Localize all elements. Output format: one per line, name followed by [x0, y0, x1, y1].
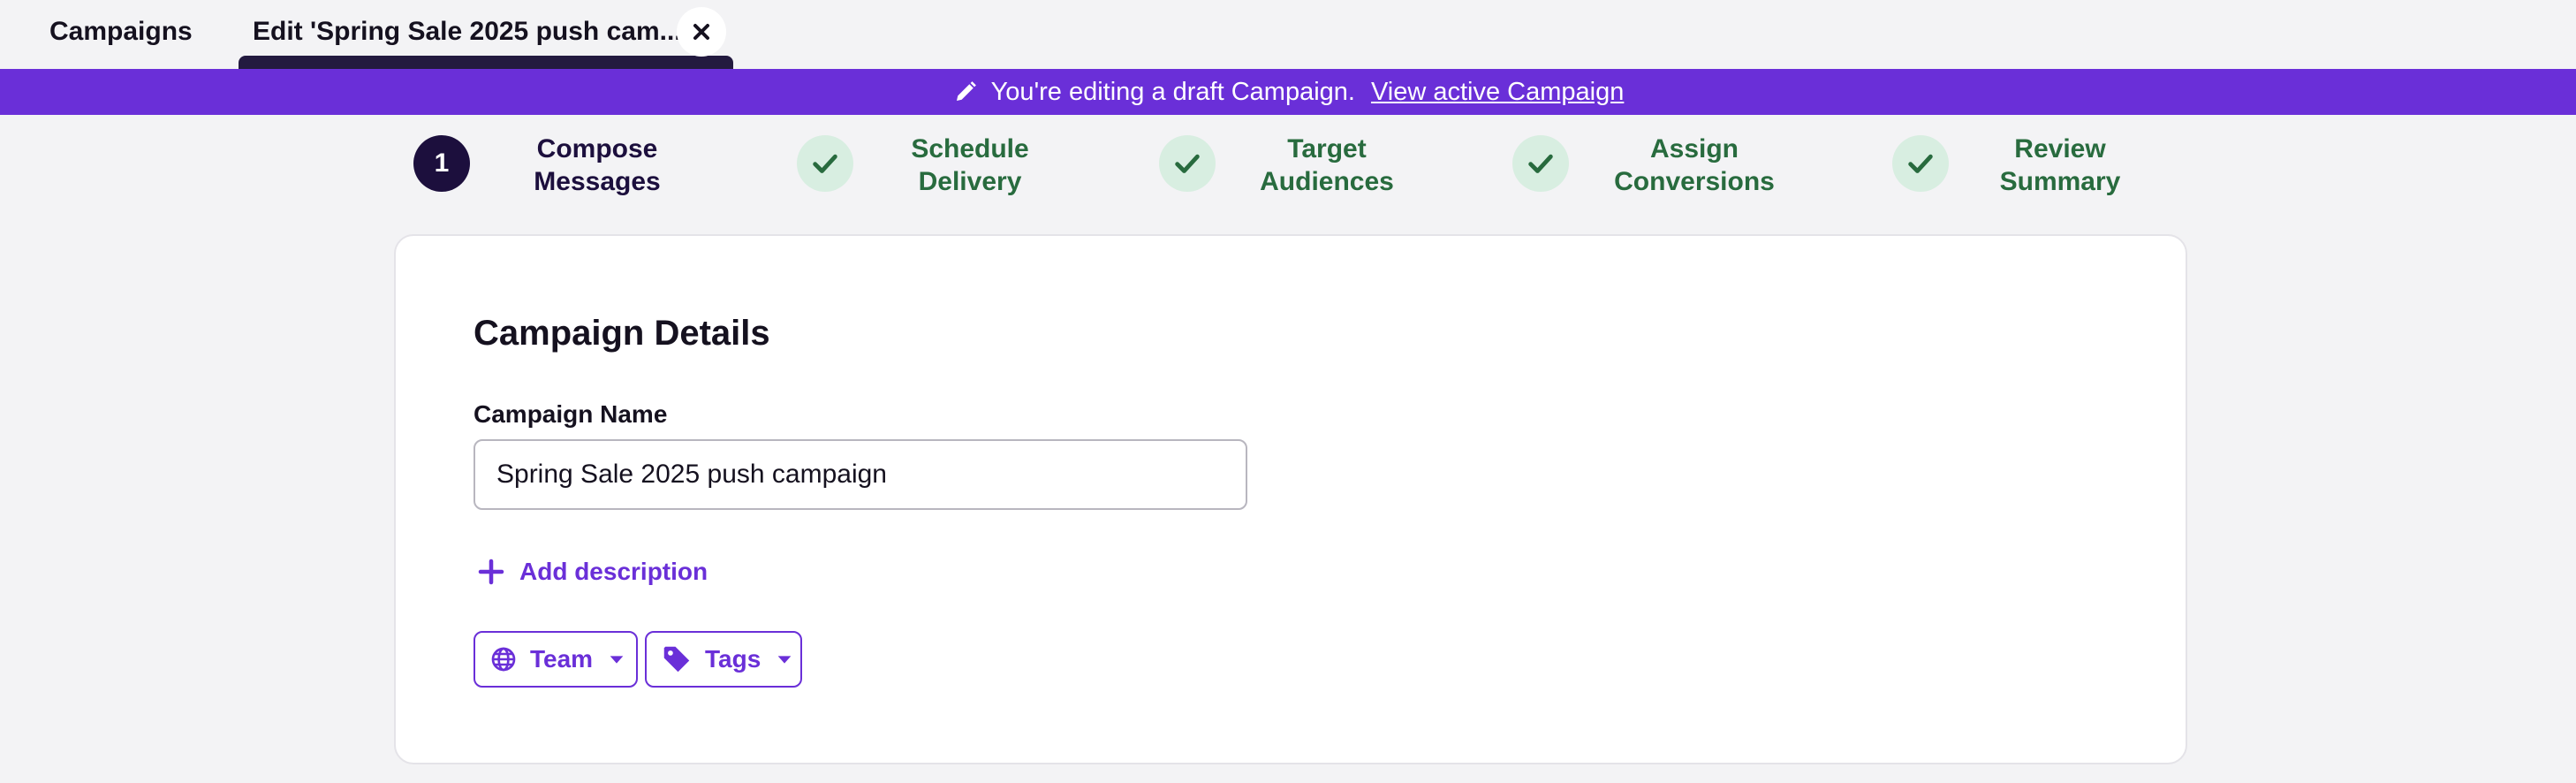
step-4-label-line1: Assign [1649, 134, 1739, 163]
tags-dropdown-label: Tags [705, 645, 761, 673]
step-1-label-line1: Compose [536, 134, 658, 163]
step-1-label-line2: Messages [534, 167, 661, 196]
tab-bar: Campaigns Edit 'Spring Sale 2025 push ca… [0, 0, 2576, 70]
step-5-label-line1: Review [2014, 134, 2106, 163]
step-2-label-line1: Schedule [911, 134, 1029, 163]
step-2-check-badge[interactable] [797, 135, 853, 192]
close-icon [691, 21, 712, 42]
step-3-check-badge[interactable] [1159, 135, 1216, 192]
view-active-campaign-link[interactable]: View active Campaign [1371, 78, 1624, 107]
campaign-name-label: Campaign Name [474, 400, 668, 428]
close-tab-button[interactable] [677, 7, 726, 57]
step-3-label-line1: Target [1287, 134, 1367, 163]
draft-banner: You're editing a draft Campaign. View ac… [0, 69, 2576, 115]
caret-down-icon [775, 649, 794, 670]
team-dropdown[interactable]: Team [474, 631, 638, 688]
campaign-name-input[interactable] [474, 439, 1247, 510]
step-review-summary[interactable]: Review Summary [1945, 133, 2175, 198]
active-tab-indicator [239, 56, 733, 70]
step-compose-messages[interactable]: Compose Messages [482, 133, 712, 198]
step-schedule-delivery[interactable]: Schedule Delivery [855, 133, 1085, 198]
check-icon [1526, 148, 1556, 179]
check-icon [1905, 148, 1936, 179]
step-4-label-line2: Conversions [1614, 167, 1775, 196]
add-description-label: Add description [519, 558, 708, 585]
tab-campaigns[interactable]: Campaigns [49, 0, 193, 64]
add-description-button[interactable]: Add description [477, 552, 708, 591]
tag-icon [661, 643, 693, 675]
step-5-check-badge[interactable] [1892, 135, 1949, 192]
check-icon [1172, 148, 1202, 179]
pencil-icon [952, 79, 979, 105]
caret-down-icon [607, 649, 626, 670]
step-1-number: 1 [434, 148, 450, 178]
tags-dropdown[interactable]: Tags [645, 631, 802, 688]
step-assign-conversions[interactable]: Assign Conversions [1580, 133, 1809, 198]
step-2-label-line2: Delivery [918, 167, 1022, 196]
tab-edit-campaign-label: Edit 'Spring Sale 2025 push cam... [253, 17, 682, 46]
step-target-audiences[interactable]: Target Audiences [1212, 133, 1442, 198]
globe-icon [489, 643, 518, 675]
campaign-details-title: Campaign Details [474, 314, 770, 353]
step-4-check-badge[interactable] [1512, 135, 1569, 192]
plus-icon [477, 558, 505, 586]
check-icon [810, 148, 840, 179]
banner-message: You're editing a draft Campaign. [990, 77, 1355, 106]
tab-campaigns-label: Campaigns [49, 17, 193, 46]
tab-edit-campaign[interactable]: Edit 'Spring Sale 2025 push cam... [239, 0, 733, 64]
team-dropdown-label: Team [530, 645, 594, 673]
step-1-number-badge[interactable]: 1 [413, 135, 470, 192]
step-5-label-line2: Summary [1999, 167, 2121, 196]
wizard-stepper: 1 Compose Messages Schedule Delivery Tar… [0, 115, 2576, 230]
step-3-label-line2: Audiences [1260, 167, 1394, 196]
campaign-details-card: Campaign Details Campaign Name Add descr… [394, 234, 2187, 764]
